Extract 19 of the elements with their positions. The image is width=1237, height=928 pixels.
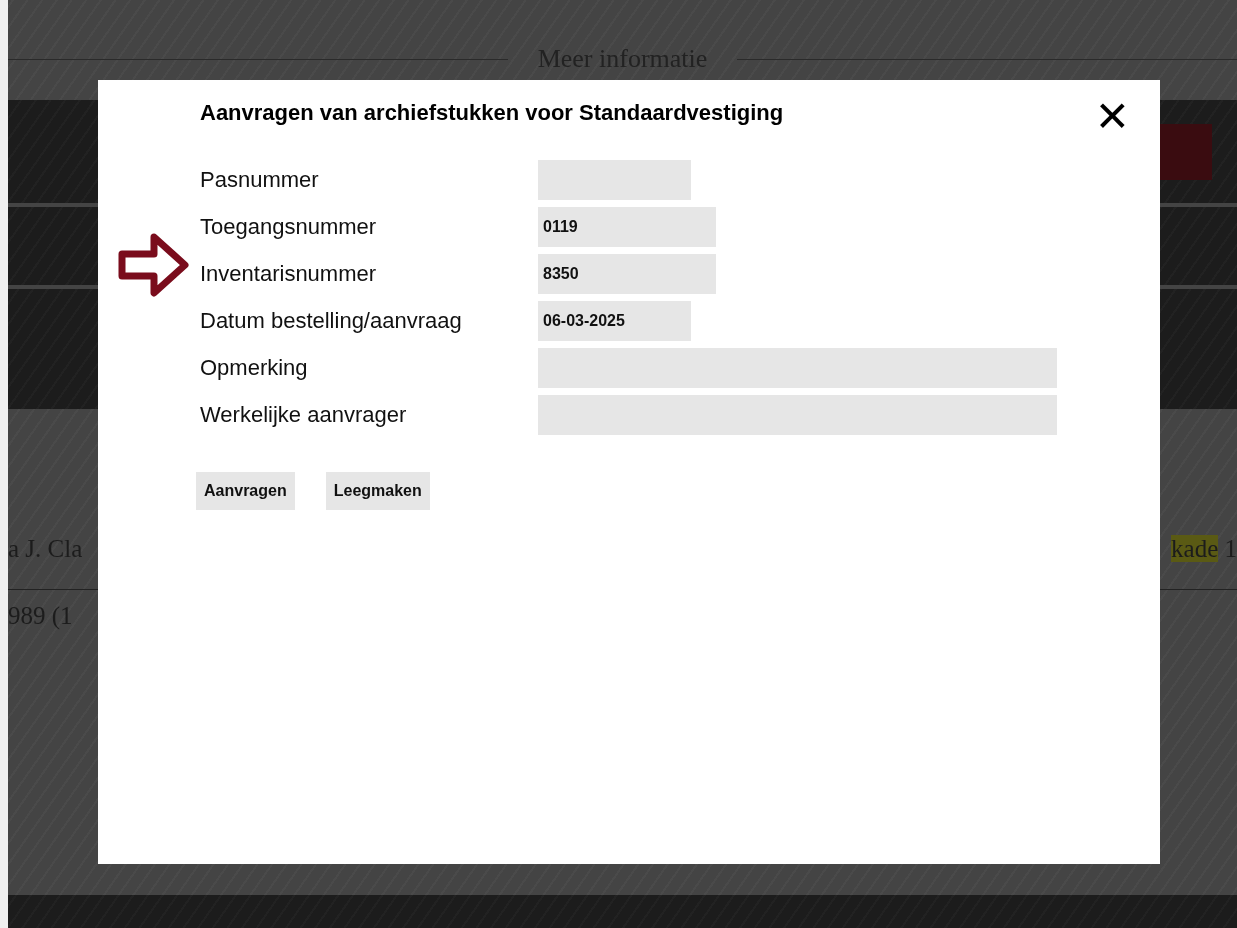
field-label: Opmerking bbox=[200, 355, 309, 381]
field-label: Inventarisnummer bbox=[200, 261, 378, 287]
dialog-title: Aanvragen van archiefstukken voor Standaardvestiging bbox=[200, 100, 784, 126]
clear-button[interactable]: Leegmaken bbox=[325, 472, 430, 510]
field-label: Toegangsnummer bbox=[200, 214, 378, 240]
background-button[interactable] bbox=[1160, 123, 1212, 180]
field-label: Werkelijke aanvrager bbox=[200, 402, 408, 428]
input-field[interactable] bbox=[538, 160, 691, 200]
submit-button[interactable]: Aanvragen bbox=[196, 472, 295, 510]
field-label: Datum bestelling/aanvraag bbox=[200, 308, 463, 334]
input-field[interactable]: 8350 bbox=[538, 254, 716, 294]
input-field[interactable] bbox=[538, 395, 1057, 435]
field-label: Pasnummer bbox=[200, 167, 320, 193]
highlighted-text: kade bbox=[1171, 535, 1219, 562]
close-button[interactable]: ✕ bbox=[1094, 96, 1130, 138]
arrow-annotation bbox=[118, 232, 190, 298]
input-field[interactable]: 0119 bbox=[538, 207, 716, 247]
input-field[interactable] bbox=[538, 348, 1057, 388]
input-field[interactable]: 06-03-2025 bbox=[538, 301, 691, 341]
